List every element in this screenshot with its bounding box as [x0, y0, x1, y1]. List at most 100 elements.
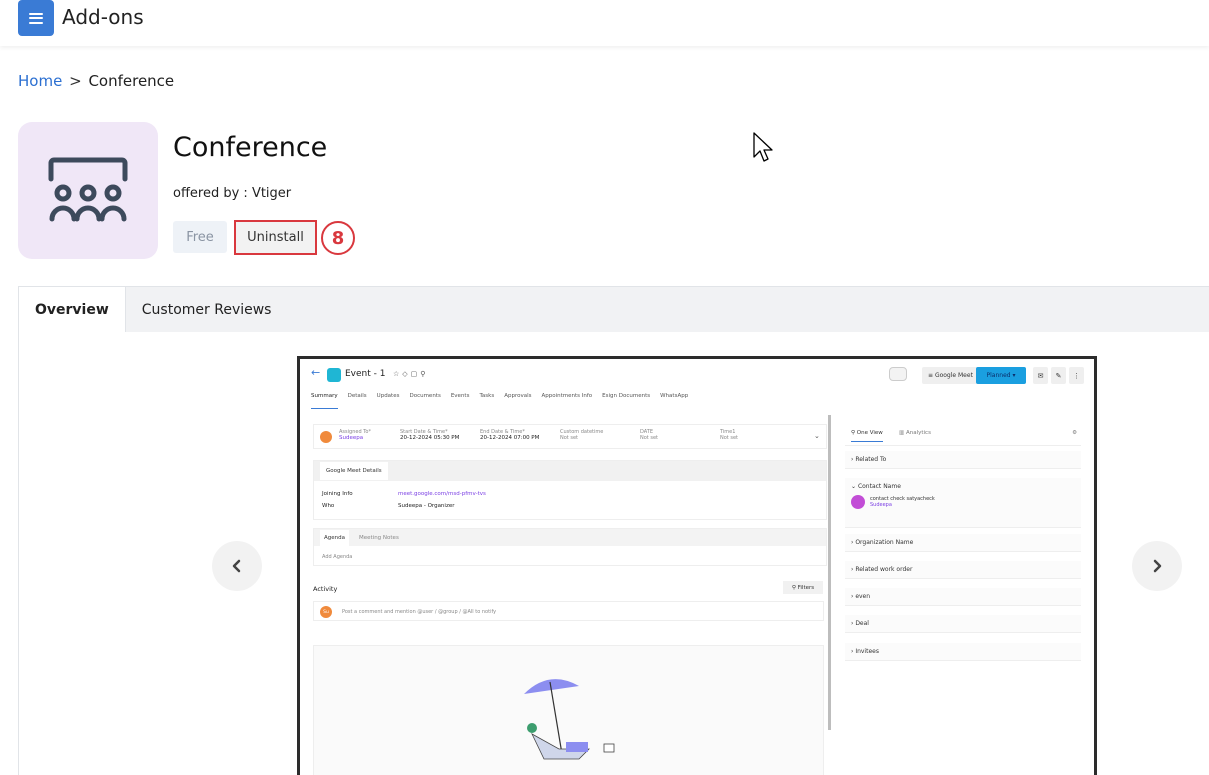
field-value: 20-12-2024 05:30 PM	[400, 435, 460, 441]
nav-updates: Updates	[376, 393, 400, 399]
mouse-pointer-icon	[753, 132, 773, 162]
meet-details-header: Google Meet Details	[314, 461, 826, 481]
carousel-next-button[interactable]	[1132, 541, 1182, 591]
breadcrumb: Home > Conference	[18, 72, 174, 90]
nav-documents: Documents	[409, 393, 441, 399]
field-date: DATE Not set	[640, 429, 658, 441]
field-time1: Time1 Not set	[720, 429, 738, 441]
nav-esign: Esign Documents	[602, 393, 651, 399]
who-value: Sudeepa - Organizer	[398, 503, 455, 509]
breadcrumb-separator: >	[69, 72, 82, 90]
uninstall-button[interactable]: Uninstall	[234, 220, 317, 255]
top-bar: Add-ons	[0, 0, 1209, 46]
tab-one-view-label: One View	[856, 430, 883, 436]
nav-summary: Summary	[311, 393, 338, 409]
agenda-card: Agenda Meeting Notes Add Agenda	[313, 528, 827, 566]
contact-row: contact check satyacheck Sudeepa	[851, 495, 935, 509]
section-label: ⌄ Contact Name	[851, 483, 901, 490]
meet-details-title: Google Meet Details	[320, 462, 388, 480]
nav-whatsapp: WhatsApp	[660, 393, 689, 399]
nav-events: Events	[450, 393, 470, 399]
tab-analytics: ▥ Analytics	[899, 430, 931, 436]
conference-people-icon	[18, 122, 158, 259]
nav-appointments: Appointments Info	[541, 393, 593, 399]
field-value: Not set	[720, 435, 738, 441]
back-arrow-icon: ←	[311, 366, 321, 379]
edit-icon: ✎	[1051, 367, 1066, 384]
carousel-prev-button[interactable]	[212, 541, 262, 591]
section-work-order: › Related work order	[845, 561, 1081, 579]
section-even: › even	[845, 588, 1081, 606]
comment-placeholder: Post a comment and mention @user / @grou…	[342, 609, 497, 615]
hamburger-menu-icon[interactable]	[18, 0, 54, 36]
tab-one-view: ⚲ One View	[851, 430, 883, 442]
add-agenda-placeholder: Add Agenda	[322, 554, 353, 560]
field-start: Start Date & Time* 20-12-2024 05:30 PM	[400, 429, 459, 441]
tab-customer-reviews[interactable]: Customer Reviews	[126, 287, 288, 332]
chat-icon	[889, 367, 907, 381]
beach-chair-illustration	[524, 679, 615, 760]
section-label: even	[855, 593, 871, 600]
avatar	[320, 431, 332, 443]
nav-approvals: Approvals	[504, 393, 532, 399]
field-value: 20-12-2024 07:00 PM	[480, 435, 540, 441]
google-meet-label: Google Meet	[934, 372, 973, 379]
tab-analytics-label: Analytics	[905, 430, 931, 436]
section-label: Deal	[855, 620, 869, 627]
step-marker-badge: 8	[321, 221, 355, 255]
activity-label: Activity	[313, 585, 338, 593]
key-fields-card: Assigned To* Sudeepa Start Date & Time* …	[313, 424, 827, 449]
meeting-notes-tab: Meeting Notes	[359, 534, 399, 541]
field-value: Not set	[560, 435, 578, 441]
right-tabs: ⚲ One View ▥ Analytics ⚙	[845, 424, 1081, 446]
avatar: Su	[320, 606, 332, 618]
chevron-right-icon	[1153, 559, 1162, 573]
event-title: Event - 1	[345, 369, 386, 379]
price-badge: Free	[173, 221, 227, 253]
empty-state-illustration	[313, 645, 824, 775]
page-title: Add-ons	[62, 5, 144, 29]
joining-info-label: Joining Info	[322, 491, 353, 497]
field-custom-datetime: Custom datetime Not set	[560, 429, 603, 441]
offered-by: offered by : Vtiger	[173, 186, 292, 201]
agenda-tab: Agenda	[320, 529, 349, 546]
scrollbar	[828, 415, 831, 730]
meet-details-card: Google Meet Details Joining Info meet.go…	[313, 460, 827, 520]
addon-title: Conference	[173, 132, 328, 163]
contact-owner: Sudeepa	[870, 502, 892, 508]
tab-bar: Overview Customer Reviews	[19, 287, 1209, 332]
chevron-down-icon: ⌄	[814, 432, 820, 440]
section-deal: › Deal	[845, 615, 1081, 633]
section-label: Related work order	[855, 566, 913, 573]
who-label: Who	[322, 503, 335, 509]
filters-label: Filters	[797, 584, 815, 591]
section-label: Organization Name	[855, 539, 914, 546]
field-value: Sudeepa	[339, 435, 364, 441]
contact-avatar	[851, 495, 865, 509]
record-nav: Summary Details Updates Documents Events…	[311, 393, 688, 409]
breadcrumb-current: Conference	[88, 72, 175, 90]
section-label: Related To	[855, 456, 887, 463]
record-actions-icons: ☆◇▢⚲	[393, 370, 429, 378]
field-assigned-to: Assigned To* Sudeepa	[339, 429, 371, 441]
mail-icon: ✉	[1033, 367, 1048, 384]
status-label: Planned	[986, 372, 1011, 379]
section-label: Invitees	[855, 648, 879, 655]
field-end: End Date & Time* 20-12-2024 07:00 PM	[480, 429, 539, 441]
nav-tasks: Tasks	[479, 393, 495, 399]
more-icon: ⋮	[1069, 367, 1084, 384]
chevron-left-icon	[232, 559, 241, 573]
section-organization: › Organization Name	[845, 534, 1081, 552]
field-value: Not set	[640, 435, 658, 441]
carousel-screenshot: ← Event - 1 ☆◇▢⚲ ≡ Google Meet Planned ▾…	[297, 356, 1097, 775]
gear-icon: ⚙	[1072, 430, 1077, 436]
section-invitees: › Invitees	[845, 643, 1081, 661]
status-badge: Planned ▾	[976, 367, 1026, 384]
breadcrumb-home-link[interactable]: Home	[18, 72, 62, 90]
comment-box: Su Post a comment and mention @user / @g…	[313, 601, 824, 621]
tab-overview[interactable]: Overview	[19, 287, 126, 332]
joining-info-link: meet.google.com/msd-pfmv-tvs	[398, 491, 486, 497]
filters-button: ⚲ Filters	[783, 581, 823, 594]
section-related-to: › Related To	[845, 451, 1081, 469]
agenda-tabs: Agenda Meeting Notes	[314, 529, 826, 546]
